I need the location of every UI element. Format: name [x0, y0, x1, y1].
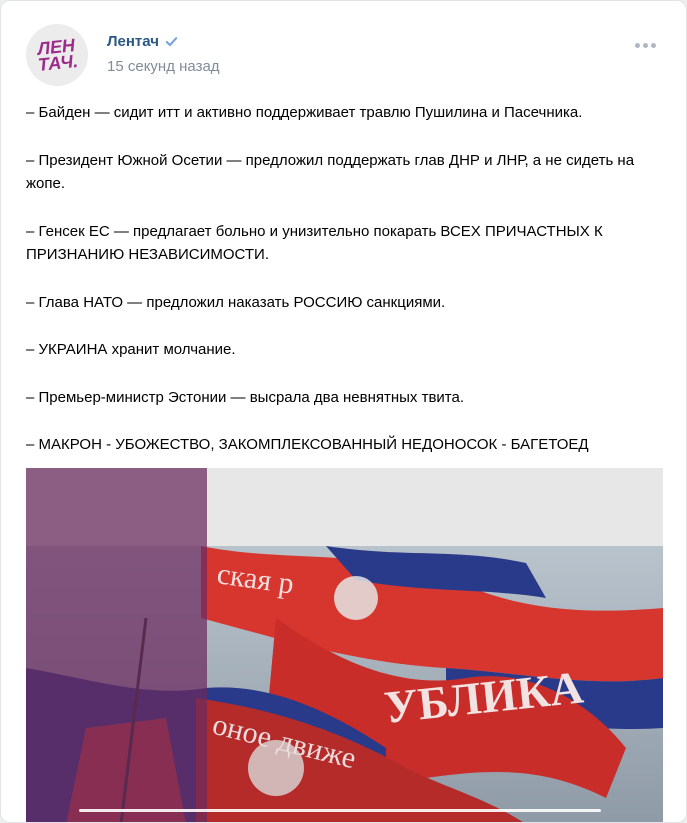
video-frame: ская р УБЛИКА оное движе: [26, 468, 663, 822]
video-progress-bar[interactable]: [79, 809, 601, 812]
post-card: ЛЕН ТАЧ. Лентач 15 секунд назад – Байден…: [0, 0, 687, 823]
post-video[interactable]: ская р УБЛИКА оное движе: [26, 468, 663, 822]
post-paragraph: – Премьер-министр Эстонии — высрала два …: [26, 388, 465, 406]
post-paragraph: – МАКРОН - УБОЖЕСТВО, ЗАКОМПЛЕКСОВАННЫЙ …: [26, 436, 589, 453]
post-text: – Байден — сидит итт и активно поддержив…: [26, 101, 666, 457]
verified-icon: [165, 37, 178, 47]
post-timestamp[interactable]: 15 секунд назад: [107, 58, 220, 75]
avatar[interactable]: ЛЕН ТАЧ.: [26, 24, 88, 86]
post-paragraph: – Президент Южной Осетии — предложил под…: [26, 151, 639, 193]
post-header: Лентач: [107, 33, 179, 50]
post-paragraph: – Генсек ЕС — предлагает больно и унизит…: [26, 222, 607, 264]
post-paragraph: – УКРАИНА хранит молчание.: [26, 341, 236, 358]
post-paragraph: – Глава НАТО — предложил наказать РОССИЮ…: [26, 293, 446, 311]
author-name[interactable]: Лентач: [107, 33, 159, 50]
more-icon[interactable]: [635, 43, 656, 48]
avatar-logo: ЛЕН ТАЧ.: [36, 35, 79, 76]
post-paragraph: – Байден — сидит итт и активно поддержив…: [26, 104, 583, 121]
